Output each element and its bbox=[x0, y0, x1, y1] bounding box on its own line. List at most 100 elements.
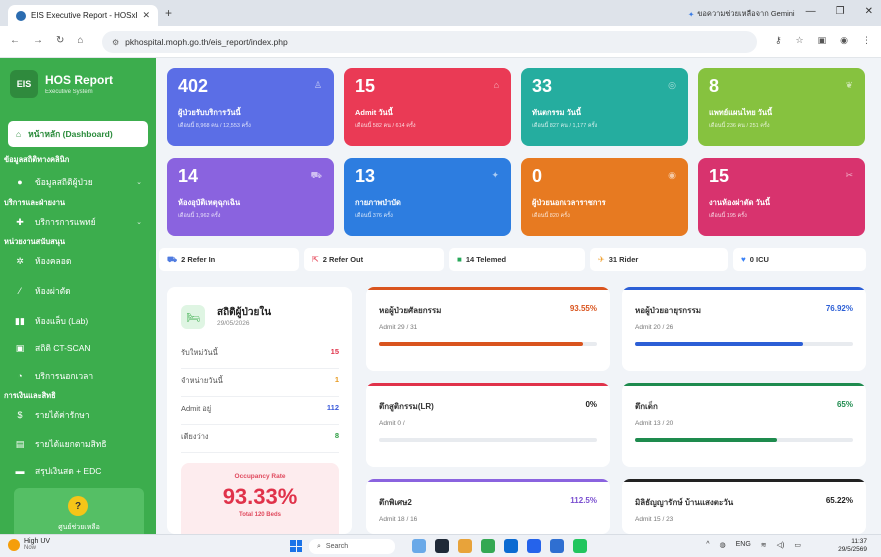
chip-refer-in[interactable]: ⛟ 2 Refer In bbox=[159, 248, 299, 271]
dollar-icon: $ bbox=[17, 410, 23, 420]
user-icon: ● bbox=[17, 177, 23, 187]
line-app-icon[interactable] bbox=[573, 539, 587, 553]
baby-icon: ✲ bbox=[16, 255, 24, 266]
stat-tile-operating-room-today[interactable]: 15 งานห้องผ่าตัด วันนี้ เดือนนี้ 195 ครั้ง… bbox=[698, 158, 865, 236]
task-view-app-icon[interactable] bbox=[435, 539, 449, 553]
sidebar-item-label: รายได้แยกตามสิทธิ bbox=[35, 439, 107, 449]
sidebar-item-medical-service[interactable]: ✚ บริการการแพทย์ ⌄ bbox=[14, 215, 142, 229]
sidebar-item-cash-summary[interactable]: ▬ สรุปเงินสด + EDC bbox=[14, 464, 142, 478]
sidebar-item-patient-stats[interactable]: ● ข้อมูลสถิติผู้ป่วย ⌄ bbox=[14, 175, 142, 189]
chip-rider[interactable]: ✈ 31 Rider bbox=[590, 248, 728, 271]
windows-start-icon[interactable] bbox=[290, 540, 302, 552]
sidebar-item-operating-room[interactable]: ⁄ ห้องผ่าตัด bbox=[14, 284, 142, 298]
stat-tile-admit-today[interactable]: 15 Admit วันนี้ เดือนนี้ 582 คน / 614 ครั้… bbox=[344, 68, 511, 146]
help-icon: ? bbox=[68, 496, 88, 516]
url-field[interactable]: ⚙ pkhospital.moph.go.th/eis_report/index… bbox=[102, 31, 757, 53]
clock[interactable]: 11:37 29/5/2569 bbox=[838, 538, 867, 555]
weather-sub: Now bbox=[24, 545, 37, 551]
sidebar-item-overtime[interactable]: ◔ บริการนอกเวลา bbox=[14, 369, 142, 383]
password-key-icon[interactable]: ⚷ bbox=[775, 35, 782, 46]
reload-icon[interactable]: ↻ bbox=[56, 35, 64, 46]
sidebar-item-income[interactable]: $ รายได้ค่ารักษา bbox=[14, 408, 142, 422]
split-view-icon[interactable]: ▣ bbox=[818, 35, 827, 46]
forward-icon[interactable]: → bbox=[33, 35, 43, 46]
home-icon[interactable]: ⌂ bbox=[77, 35, 83, 46]
ward-card[interactable]: หอผู้ป่วยศัลยกรรม 93.55% Admit 29 / 31 bbox=[366, 287, 610, 371]
browser-tab[interactable]: EIS Executive Report - HOSxP ✕ bbox=[8, 5, 158, 26]
sidebar-item-dashboard[interactable]: ⌂ หน้าหลัก (Dashboard) bbox=[8, 121, 148, 147]
ward-accent-bar bbox=[622, 479, 866, 482]
ward-admit: Admit 29 / 31 bbox=[379, 324, 418, 331]
stat-tile-dental-today[interactable]: 33 ทันตกรรม วันนี้ เดือนนี้ 827 คน / 1,177… bbox=[521, 68, 688, 146]
scalpel-icon: ⁄ bbox=[19, 286, 21, 296]
sidebar-item-label: หน้าหลัก (Dashboard) bbox=[28, 129, 113, 139]
ct-scan-icon: ▣ bbox=[15, 342, 25, 353]
volume-icon[interactable]: ◁) bbox=[777, 541, 785, 549]
stat-subtext: เดือนนี้ 582 คน / 614 ครั้ง bbox=[355, 123, 416, 129]
profile-icon[interactable]: ◉ bbox=[840, 35, 848, 46]
bookmark-star-icon[interactable]: ☆ bbox=[796, 35, 804, 46]
sidebar-section-clinical: ข้อมูลสถิติทางคลินิก bbox=[4, 155, 70, 164]
sidebar-item-label: ห้องแล็บ (Lab) bbox=[35, 316, 89, 326]
ward-progress-fill bbox=[635, 342, 803, 346]
ward-progress-fill bbox=[635, 438, 777, 442]
clock-time: 11:37 bbox=[851, 538, 867, 545]
panel-date: 29/05/2026 bbox=[217, 320, 250, 327]
sidebar-item-lab[interactable]: ▮▮ ห้องแล็บ (Lab) bbox=[14, 314, 142, 328]
stat-label: ผู้ป่วยนอกเวลาราชการ bbox=[532, 198, 606, 207]
ward-card[interactable]: ตึกพิเศษ2 112.5% Admit 18 / 16 bbox=[366, 479, 610, 534]
stat-tile-overtime-opd[interactable]: 0 ผู้ป่วยนอกเวลาราชการ เดือนนี้ 820 ครั้ง ◉ bbox=[521, 158, 688, 236]
wifi-icon[interactable]: ≋ bbox=[761, 541, 767, 549]
person-icon: ♙ bbox=[313, 80, 322, 90]
file-explorer-app-icon[interactable] bbox=[458, 539, 472, 553]
sidebar-item-income-by-right[interactable]: ▤ รายได้แยกตามสิทธิ bbox=[14, 437, 142, 451]
ward-name: หอผู้ป่วยอายุรกรรม bbox=[635, 306, 702, 315]
sidebar-item-label: ข้อมูลสถิติผู้ป่วย bbox=[35, 177, 93, 187]
sidebar-item-ct-scan[interactable]: ▣ สถิติ CT-SCAN bbox=[14, 341, 142, 355]
restore-icon[interactable]: ❐ bbox=[836, 6, 845, 17]
stat-value: 0 bbox=[532, 166, 543, 186]
gemini-button[interactable]: ✦ ขอความช่วยเหลือจาก Gemini bbox=[688, 8, 795, 20]
widgets-app-icon[interactable] bbox=[412, 539, 426, 553]
network-icon[interactable]: ◍ bbox=[720, 541, 726, 549]
chip-telemed[interactable]: ■ 14 Telemed bbox=[449, 248, 585, 271]
site-info-icon[interactable]: ⚙ bbox=[112, 38, 119, 47]
word-app-icon[interactable] bbox=[550, 539, 564, 553]
weather-widget[interactable]: High UV Now bbox=[8, 538, 50, 551]
ward-card[interactable]: มิลิธัญญารักษ์ บ้านแสงตะวัน 65.22% Admit 1… bbox=[622, 479, 866, 534]
back-icon[interactable]: ← bbox=[10, 35, 20, 46]
menu-icon[interactable]: ⋮ bbox=[862, 35, 871, 46]
new-tab-button[interactable]: + bbox=[165, 6, 172, 20]
help-label: ศูนย์ช่วยเหลือ bbox=[58, 524, 100, 531]
help-center-card[interactable]: ? ศูนย์ช่วยเหลือ bbox=[14, 488, 144, 534]
address-bar: ← → ↻ ⌂ ⚙ pkhospital.moph.go.th/eis_repo… bbox=[0, 26, 881, 58]
ward-card[interactable]: ตึกสูติกรรม(LR) 0% Admit 0 / bbox=[366, 383, 610, 467]
stat-label: ผู้ป่วยรับบริการวันนี้ bbox=[178, 108, 241, 117]
stat-tile-physical-therapy[interactable]: 13 กายภาพบำบัด เดือนนี้ 376 ครั้ง ✦ bbox=[344, 158, 511, 236]
stat-tile-emergency-room[interactable]: 14 ห้องอุบัติเหตุฉุกเฉิน เดือนนี้ 1,962 คร… bbox=[167, 158, 334, 236]
battery-icon[interactable]: ▭ bbox=[794, 541, 801, 549]
occupancy-total: Total 120 Beds bbox=[239, 512, 281, 518]
close-tab-icon[interactable]: ✕ bbox=[142, 10, 150, 21]
chip-icu[interactable]: ♥ 0 ICU bbox=[733, 248, 866, 271]
ward-card[interactable]: หอผู้ป่วยอายุรกรรม 76.92% Admit 20 / 26 bbox=[622, 287, 866, 371]
taskbar-search[interactable]: ⌕ Search bbox=[309, 539, 395, 554]
chip-refer-out[interactable]: ⇱ 2 Refer Out bbox=[304, 248, 444, 271]
export-icon: ⇱ bbox=[312, 255, 319, 264]
minimize-icon[interactable]: — bbox=[806, 6, 816, 17]
panel-title: สถิติผู้ป่วยใน bbox=[217, 307, 272, 318]
stat-tile-thai-medicine-today[interactable]: 8 แพทย์แผนไทย วันนี้ เดือนนี้ 236 คน / 251… bbox=[698, 68, 865, 146]
close-window-icon[interactable]: ✕ bbox=[865, 6, 873, 17]
ward-accent-bar bbox=[366, 479, 610, 482]
scissors-icon: ✂ bbox=[845, 170, 853, 180]
chevron-up-icon[interactable]: ^ bbox=[706, 541, 709, 549]
ward-card[interactable]: ตึกเด็ก 65% Admit 13 / 20 bbox=[622, 383, 866, 467]
language-indicator[interactable]: ENG bbox=[736, 541, 751, 549]
stat-subtext: เดือนนี้ 8,968 คน / 12,553 ครั้ง bbox=[178, 123, 251, 129]
store-app-icon[interactable] bbox=[527, 539, 541, 553]
edge-app-icon[interactable] bbox=[504, 539, 518, 553]
sidebar-item-labor-room[interactable]: ✲ ห้องคลอด bbox=[14, 254, 142, 268]
chrome-app-icon[interactable] bbox=[481, 539, 495, 553]
stat-tile-opd-today[interactable]: 402 ผู้ป่วยรับบริการวันนี้ เดือนนี้ 8,968 … bbox=[167, 68, 334, 146]
search-icon: ⌕ bbox=[317, 542, 321, 550]
